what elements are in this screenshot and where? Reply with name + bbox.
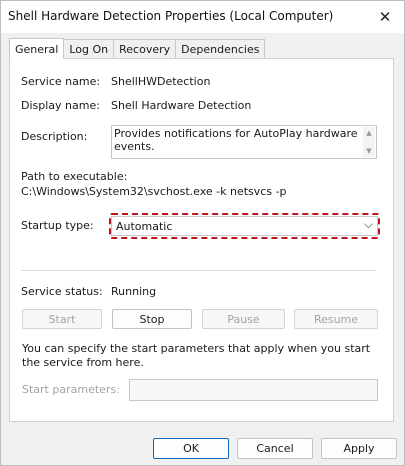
resume-button[interactable]: Resume xyxy=(294,309,378,329)
tab-recovery[interactable]: Recovery xyxy=(113,39,177,59)
tab-bar: General Log On Recovery Dependencies xyxy=(9,38,266,59)
description-scrollbar[interactable]: ▲ ▼ xyxy=(363,127,375,157)
startup-type-label: Startup type: xyxy=(21,219,94,232)
scroll-down-icon[interactable]: ▼ xyxy=(364,147,374,155)
start-button[interactable]: Start xyxy=(22,309,102,329)
chevron-down-icon: ⌵ xyxy=(363,217,373,231)
general-panel: Service name: ShellHWDetection Display n… xyxy=(9,58,394,422)
divider xyxy=(21,270,376,271)
apply-button[interactable]: Apply xyxy=(321,438,397,459)
start-parameters-input[interactable] xyxy=(129,379,378,401)
window-title: Shell Hardware Detection Properties (Loc… xyxy=(8,9,334,23)
cancel-button[interactable]: Cancel xyxy=(237,438,313,459)
title-bar: Shell Hardware Detection Properties (Loc… xyxy=(1,1,404,33)
description-box[interactable]: Provides notifications for AutoPlay hard… xyxy=(111,125,377,159)
start-parameters-label: Start parameters: xyxy=(22,383,120,396)
display-name-label: Display name: xyxy=(21,99,100,112)
service-name-value: ShellHWDetection xyxy=(111,75,211,88)
tab-general[interactable]: General xyxy=(9,38,65,59)
description-text: Provides notifications for AutoPlay hard… xyxy=(114,127,358,153)
properties-window: Shell Hardware Detection Properties (Loc… xyxy=(0,0,405,466)
service-status-value: Running xyxy=(111,285,157,298)
display-name-value: Shell Hardware Detection xyxy=(111,99,252,112)
close-button[interactable]: ✕ xyxy=(374,6,396,28)
scroll-up-icon[interactable]: ▲ xyxy=(364,129,374,137)
startup-type-select[interactable]: Automatic ⌵ xyxy=(111,216,378,236)
pause-button[interactable]: Pause xyxy=(202,309,285,329)
path-value: C:\Windows\System32\svchost.exe -k netsv… xyxy=(21,185,287,198)
tab-log-on[interactable]: Log On xyxy=(63,39,115,59)
service-name-label: Service name: xyxy=(21,75,101,88)
service-status-label: Service status: xyxy=(21,285,103,298)
stop-button[interactable]: Stop xyxy=(112,309,192,329)
startup-type-value: Automatic xyxy=(116,220,173,233)
close-icon: ✕ xyxy=(378,8,392,26)
path-label: Path to executable: xyxy=(21,170,128,183)
ok-button[interactable]: OK xyxy=(153,438,229,459)
description-label: Description: xyxy=(21,130,88,143)
tab-dependencies[interactable]: Dependencies xyxy=(175,39,266,59)
start-parameters-note: You can specify the start parameters tha… xyxy=(22,342,371,369)
